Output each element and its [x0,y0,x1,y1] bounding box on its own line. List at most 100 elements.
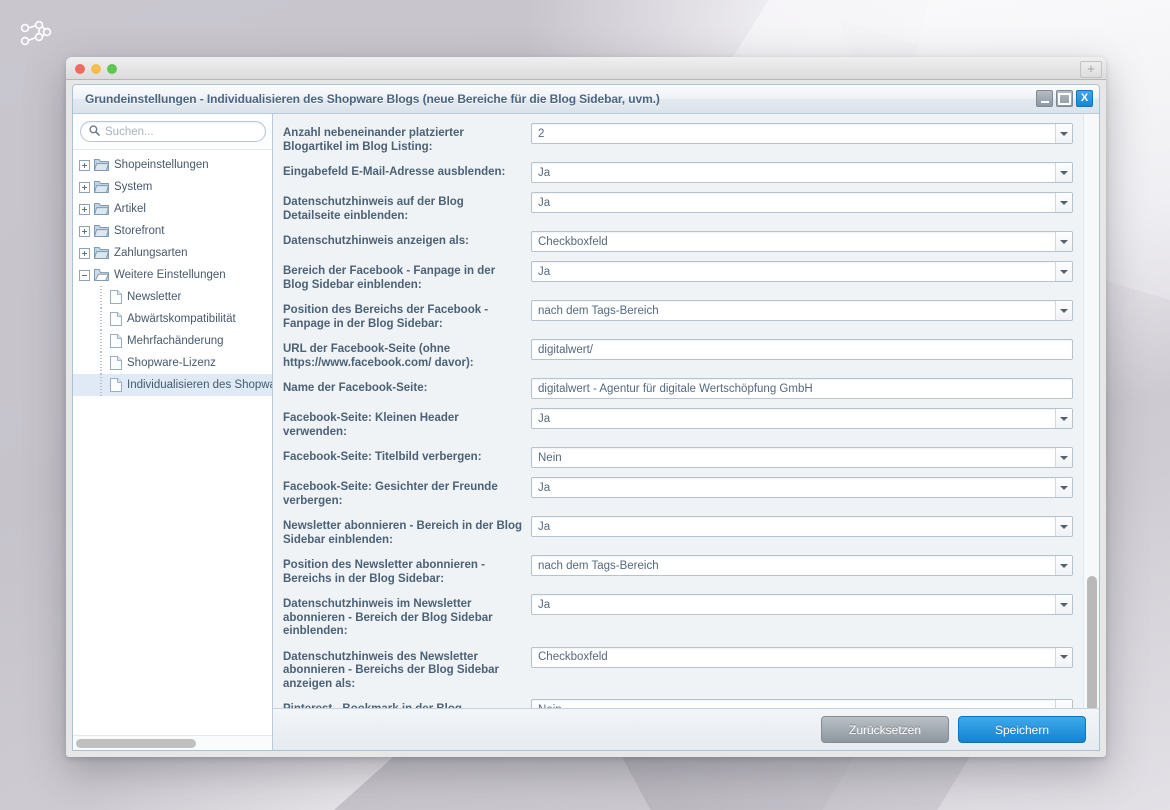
search-box[interactable] [80,121,266,142]
setting-value: Checkboxfeld [538,651,608,663]
chevron-down-icon[interactable] [1055,700,1072,708]
form-vertical-scrollbar-thumb[interactable] [1087,576,1097,708]
setting-label: Newsletter abonnieren - Bereich in der B… [283,520,522,546]
setting-control-wrap: digitalwert/? [531,339,1099,360]
setting-select[interactable]: Ja [531,408,1073,429]
setting-select[interactable]: Nein [531,699,1073,708]
chevron-down-icon[interactable] [1055,301,1072,320]
setting-value: digitalwert/ [538,343,593,356]
setting-control-wrap: Checkboxfeld? [531,231,1099,252]
settings-form-row: Position des Bereichs der Facebook - Fan… [273,296,1099,335]
close-window-button[interactable] [75,64,85,74]
sidebar-tree-item-label: Abwärtskompatibilität [127,313,236,325]
chevron-down-icon[interactable] [1055,262,1072,281]
setting-select[interactable]: Ja [531,261,1073,282]
setting-select[interactable]: 2 [531,123,1073,144]
close-button[interactable]: X [1076,90,1093,107]
sidebar-tree-item[interactable]: Artikel [73,198,272,220]
chevron-down-icon[interactable] [1055,124,1072,143]
settings-form-row: Datenschutzhinweis im Newsletter abonnie… [273,590,1099,643]
sidebar-tree-item[interactable]: Shopware-Lizenz [73,352,272,374]
setting-select[interactable]: Ja [531,162,1073,183]
sidebar-tree-item[interactable]: Storefront [73,220,272,242]
setting-select[interactable]: Checkboxfeld [531,231,1073,252]
expand-icon[interactable] [79,247,90,259]
maximize-button[interactable] [1056,90,1073,107]
sidebar-tree-item-label: System [114,181,153,193]
reset-button[interactable]: Zurücksetzen [821,716,949,743]
chevron-down-icon[interactable] [1055,409,1072,428]
setting-text-input[interactable]: digitalwert/ [531,339,1073,360]
sidebar-tree-item[interactable]: Mehrfachänderung [73,330,272,352]
sidebar-horizontal-scrollbar[interactable] [73,735,272,750]
sidebar-tree-item[interactable]: System [73,176,272,198]
sidebar-tree-item[interactable]: Newsletter [73,286,272,308]
setting-label: Datenschutzhinweis anzeigen als: [283,235,469,247]
settings-form-row: Bereich der Facebook - Fanpage in der Bl… [273,257,1099,296]
setting-select[interactable]: Ja [531,192,1073,213]
tree-guide-line [95,308,106,330]
settings-window: Grundeinstellungen - Individualisieren d… [72,84,1100,751]
chevron-down-icon[interactable] [1055,448,1072,467]
sidebar-tree-item[interactable]: Individualisieren des Shopwar [73,374,272,396]
setting-label: Datenschutzhinweis im Newsletter abonnie… [283,598,493,637]
setting-select[interactable]: Nein [531,447,1073,468]
desktop: + Grundeinstellungen - Individualisieren… [0,0,1170,810]
setting-label: Position des Bereichs der Facebook - Fan… [283,304,489,330]
chevron-down-icon[interactable] [1055,556,1072,575]
chevron-down-icon[interactable] [1055,163,1072,182]
setting-select[interactable]: Ja [531,477,1073,498]
form-vertical-scrollbar[interactable] [1083,114,1099,708]
setting-label: Datenschutzhinweis auf der Blog Detailse… [283,196,464,222]
setting-value: nach dem Tags-Bereich [538,304,659,317]
sidebar-tree-item[interactable]: Weitere Einstellungen [73,264,272,286]
setting-control-wrap: Ja? [531,192,1099,213]
form-footer: Zurücksetzen Speichern [273,708,1099,750]
settings-form-row: Datenschutzhinweis anzeigen als: Checkbox… [273,227,1099,257]
settings-form-row: Position des Newsletter abonnieren - Ber… [273,551,1099,590]
setting-select[interactable]: nach dem Tags-Bereich [531,300,1073,321]
chevron-down-icon[interactable] [1055,517,1072,536]
sidebar-horizontal-scrollbar-thumb[interactable] [76,739,196,748]
setting-value: Ja [538,481,551,494]
zoom-window-button[interactable] [107,64,117,74]
setting-text-input[interactable]: digitalwert - Agentur für digitale Werts… [531,378,1073,399]
new-tab-button[interactable]: + [1080,61,1102,78]
chevron-down-icon[interactable] [1055,647,1072,667]
setting-control-wrap: digitalwert - Agentur für digitale Werts… [531,378,1099,399]
chevron-down-icon[interactable] [1055,595,1072,614]
sidebar: Shopeinstellungen System Artikel Storefront… [73,114,273,750]
setting-control-wrap: Nein? [531,699,1099,708]
minimize-window-button[interactable] [91,64,101,74]
expand-icon[interactable] [79,225,90,237]
setting-select[interactable]: nach dem Tags-Bereich [531,555,1073,576]
expand-icon[interactable] [79,159,90,171]
setting-select[interactable]: Ja [531,594,1073,615]
setting-control-wrap: Checkboxfeld? [531,646,1099,668]
sidebar-tree-item-label: Weitere Einstellungen [114,269,226,281]
sidebar-tree-item[interactable]: Shopeinstellungen [73,154,272,176]
collapse-icon[interactable] [79,269,90,281]
chevron-down-icon[interactable] [1055,232,1072,251]
sidebar-tree-item[interactable]: Abwärtskompatibilität [73,308,272,330]
save-button[interactable]: Speichern [958,716,1086,743]
expand-icon[interactable] [79,181,90,193]
setting-value: 2 [538,127,545,140]
settings-tree[interactable]: Shopeinstellungen System Artikel Storefront… [73,150,272,735]
setting-control-wrap: Ja? [531,261,1099,282]
minimize-button[interactable] [1036,90,1053,107]
settings-form-scroll-area: Anzahl nebeneinander platzierter Blogart… [273,114,1099,708]
setting-select[interactable]: Checkboxfeld [531,646,1073,668]
setting-label: Facebook-Seite: Kleinen Header verwenden… [283,412,459,438]
chevron-down-icon[interactable] [1055,193,1072,212]
sidebar-tree-item[interactable]: Zahlungsarten [73,242,272,264]
settings-form-row: Facebook-Seite: Gesichter der Freunde ve… [273,473,1099,512]
chevron-down-icon[interactable] [1055,478,1072,497]
sidebar-tree-item-label: Artikel [114,203,146,215]
setting-label: Datenschutzhinweis des Newsletter abonni… [283,650,499,690]
sidebar-tree-item-label: Mehrfachänderung [127,335,224,347]
search-input[interactable] [105,125,257,138]
setting-select[interactable]: Ja [531,516,1073,537]
sidebar-tree-item-label: Storefront [114,225,165,237]
expand-icon[interactable] [79,203,90,215]
